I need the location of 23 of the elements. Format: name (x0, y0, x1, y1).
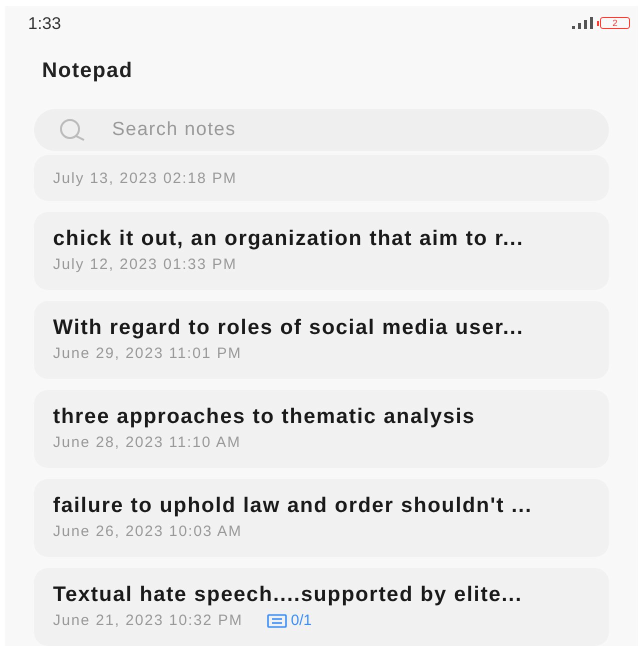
checklist-count: 0/1 (290, 611, 312, 631)
note-card[interactable]: With regard to roles of social media user... June 29, 2023 11:01 PM (34, 301, 609, 379)
note-title: Textual hate speech....supported by elite... (53, 583, 524, 607)
note-date: June 26, 2023 10:03 AM (53, 522, 242, 542)
status-time: 1:33 (28, 12, 62, 34)
note-card[interactable]: chick it out, an organization that aim to r... July 12, 2023 01:33 PM (34, 212, 609, 290)
note-title: With regard to roles of social media user... (53, 316, 525, 340)
note-date: June 28, 2023 11:10 AM (53, 433, 241, 453)
note-date: June 21, 2023 10:32 PM (53, 611, 243, 631)
signal-icon (572, 17, 594, 30)
note-card[interactable]: Textual hate speech....supported by elite... June 21, 2023 10:32 PM 0/1 (34, 568, 609, 646)
checklist-icon (266, 614, 287, 628)
note-title: chick it out, an organization that aim to r... (53, 227, 525, 251)
note-card[interactable]: three approaches to thematic analysis June 28, 2023 11:10 AM (34, 390, 609, 468)
note-title: failure to uphold law and order shouldn't ... (53, 494, 534, 518)
battery-icon: 2 (597, 17, 630, 30)
app-title: Notepad (41, 58, 134, 84)
note-date: July 12, 2023 01:33 PM (53, 255, 238, 275)
search-field[interactable]: Search notes (34, 109, 609, 151)
note-title: three approaches to thematic analysis (53, 405, 476, 429)
note-date: July 13, 2023 02:18 PM (53, 169, 238, 190)
note-date: June 29, 2023 11:01 PM (53, 344, 242, 364)
note-card[interactable]: failure to uphold law and order shouldn't ... June 26, 2023 10:03 AM (34, 479, 609, 557)
